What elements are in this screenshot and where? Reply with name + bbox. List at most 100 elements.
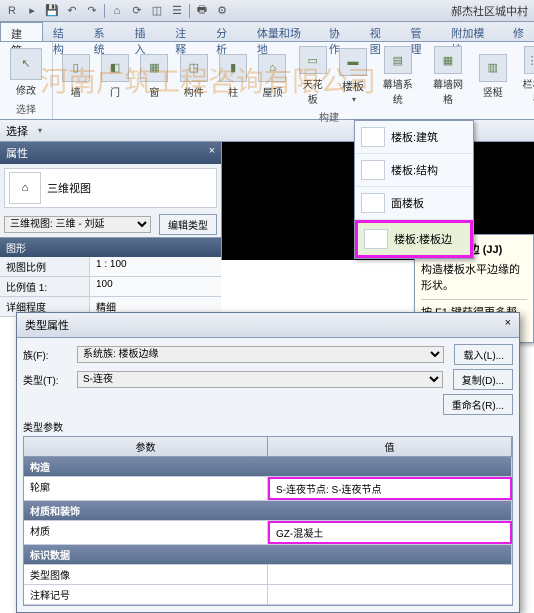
curtain-grid-button[interactable]: ▦幕墙网格: [424, 44, 472, 108]
chevron-down-icon: ▾: [352, 95, 356, 104]
window-icon: ▦: [140, 54, 168, 82]
component-button[interactable]: ◳构件: [175, 44, 212, 108]
material-value[interactable]: GZ-混凝土: [268, 521, 512, 544]
floor-dropdown: 楼板:建筑 楼板:结构 面楼板 楼板:楼板边: [354, 120, 474, 259]
print-icon[interactable]: 🖶: [193, 2, 211, 20]
properties-type-selector[interactable]: ⌂ 三维视图: [4, 168, 217, 208]
chevron-down-icon[interactable]: ▾: [38, 126, 42, 135]
tab-manage[interactable]: 管理: [401, 22, 442, 41]
rename-button[interactable]: 重命名(R)...: [443, 394, 513, 415]
type-properties-dialog: 类型属性× 族(F): 系统族: 楼板边缘 载入(L)... 类型(T): S-…: [16, 312, 520, 613]
tab-massing[interactable]: 体量和场地: [247, 22, 319, 41]
profile-value[interactable]: S-连夜节点: S-连夜节点: [268, 477, 512, 500]
type-row: 类型(T): S-连夜 复制(D)...: [23, 369, 513, 390]
ribbon: ↖ 修改 选择 ▯墙 ◧门 ▦窗 ◳构件 ▮柱 ⌂屋顶 ▭天花板 ▬楼板▾ ▤幕…: [0, 42, 534, 120]
dialog-title: 类型属性×: [17, 313, 519, 338]
separator: [189, 4, 190, 18]
separator: [104, 4, 105, 18]
more-icon[interactable]: ☰: [168, 2, 186, 20]
curtain-system-button[interactable]: ▤幕墙系统: [374, 44, 422, 108]
dd-floor-struct[interactable]: 楼板:结构: [355, 154, 473, 187]
nav-icon[interactable]: ⌂: [108, 2, 126, 20]
open-icon[interactable]: ▸: [23, 2, 41, 20]
component-icon: ◳: [180, 54, 208, 82]
type-params-label: 类型参数: [23, 419, 513, 434]
col-value: 值: [268, 437, 512, 456]
ribbon-group-modify: ↖ 修改 选择: [0, 42, 53, 119]
column-button[interactable]: ▮柱: [214, 44, 251, 108]
tab-view[interactable]: 视图: [360, 22, 401, 41]
tab-insert[interactable]: 插入: [124, 22, 165, 41]
redo-icon[interactable]: ↷: [83, 2, 101, 20]
settings-icon[interactable]: ⚙: [213, 2, 231, 20]
grid-icon: ▦: [434, 46, 462, 74]
undo-icon[interactable]: ↶: [63, 2, 81, 20]
wall-button[interactable]: ▯墙: [57, 44, 94, 108]
type-select[interactable]: S-连夜: [77, 371, 443, 388]
close-icon[interactable]: ×: [209, 145, 215, 161]
tab-collaborate[interactable]: 协作: [319, 22, 360, 41]
home-icon: ⌂: [9, 172, 41, 204]
column-icon: ▮: [219, 54, 247, 82]
tooltip-body: 构造楼板水平边缘的形状。: [421, 261, 527, 293]
roof-button[interactable]: ⌂屋顶: [254, 44, 291, 108]
param-row-keynote: 注释记号: [24, 585, 512, 605]
tab-modify[interactable]: 修: [503, 22, 534, 41]
close-icon[interactable]: ×: [505, 317, 511, 333]
ribbon-tabs: 建筑 结构 系统 插入 注释 分析 体量和场地 协作 视图 管理 附加模块 修: [0, 22, 534, 42]
modify-button[interactable]: ↖ 修改: [4, 44, 48, 100]
save-icon[interactable]: 💾: [43, 2, 61, 20]
properties-panel: 属性× ⌂ 三维视图 三维视图: 三维 - 刘延 编辑类型 图形 视图比例1 :…: [0, 142, 222, 260]
dd-floor-face[interactable]: 面楼板: [355, 187, 473, 220]
load-button[interactable]: 载入(L)...: [454, 344, 513, 365]
window-title: 郝杰社区城中村: [451, 3, 532, 19]
section-material: 材质和装饰: [24, 501, 512, 521]
dd-floor-arch[interactable]: 楼板:建筑: [355, 121, 473, 154]
cursor-icon: ↖: [10, 48, 42, 80]
door-button[interactable]: ◧门: [96, 44, 133, 108]
mullion-button[interactable]: ▥竖梃: [474, 44, 511, 108]
dialog-body: 族(F): 系统族: 楼板边缘 载入(L)... 类型(T): S-连夜 复制(…: [17, 338, 519, 612]
view-combo[interactable]: 三维视图: 三维 - 刘延: [4, 216, 151, 233]
tab-analyze[interactable]: 分析: [206, 22, 247, 41]
roof-icon: ⌂: [258, 54, 286, 82]
ceiling-button[interactable]: ▭天花板: [293, 44, 332, 108]
view-type-label: 三维视图: [47, 180, 91, 196]
tab-system[interactable]: 系统: [84, 22, 125, 41]
floor-button[interactable]: ▬楼板▾: [334, 44, 371, 108]
quick-access-toolbar: R ▸ 💾 ↶ ↷ ⌂ ⟳ ◫ ☰ 🖶 ⚙ 郝杰社区城中村: [0, 0, 534, 22]
param-row-image: 类型图像: [24, 565, 512, 585]
param-row-profile: 轮廓S-连夜节点: S-连夜节点: [24, 477, 512, 501]
prop-row: 比例值 1:100: [0, 277, 221, 297]
slab-icon: [361, 160, 385, 180]
railing-button[interactable]: ⋮⋮栏杆扶手: [513, 44, 534, 108]
tab-structure[interactable]: 结构: [43, 22, 84, 41]
graphics-header: 图形: [0, 238, 221, 257]
tab-addins[interactable]: 附加模块: [441, 22, 503, 41]
params-grid: 参数 值 构造 轮廓S-连夜节点: S-连夜节点 材质和装饰 材质GZ-混凝土 …: [23, 436, 513, 606]
param-row-material: 材质GZ-混凝土: [24, 521, 512, 545]
door-icon: ◧: [101, 54, 129, 82]
rename-row: 重命名(R)...: [23, 394, 513, 415]
properties-grid: 图形 视图比例1 : 100 比例值 1:100 详细程度精细: [0, 237, 221, 317]
family-label: 族(F):: [23, 347, 71, 362]
copy-button[interactable]: 复制(D)...: [453, 369, 513, 390]
family-select[interactable]: 系统族: 楼板边缘: [77, 346, 444, 363]
family-row: 族(F): 系统族: 楼板边缘 载入(L)...: [23, 344, 513, 365]
dd-floor-edge[interactable]: 楼板:楼板边: [355, 220, 473, 258]
edit-type-button[interactable]: 编辑类型: [159, 214, 217, 235]
select-group-label: 选择: [4, 100, 48, 117]
tab-architecture[interactable]: 建筑: [0, 22, 43, 41]
cube-icon[interactable]: ◫: [148, 2, 166, 20]
window-button[interactable]: ▦窗: [136, 44, 173, 108]
col-param: 参数: [24, 437, 268, 456]
app-icon[interactable]: R: [3, 2, 21, 20]
sync-icon[interactable]: ⟳: [128, 2, 146, 20]
slab-icon: [361, 127, 385, 147]
curtain-icon: ▤: [384, 46, 412, 74]
select-label: 选择: [6, 123, 28, 139]
ceiling-icon: ▭: [299, 46, 327, 74]
railing-icon: ⋮⋮: [524, 46, 534, 74]
tab-annotate[interactable]: 注释: [165, 22, 206, 41]
wall-icon: ▯: [62, 54, 90, 82]
